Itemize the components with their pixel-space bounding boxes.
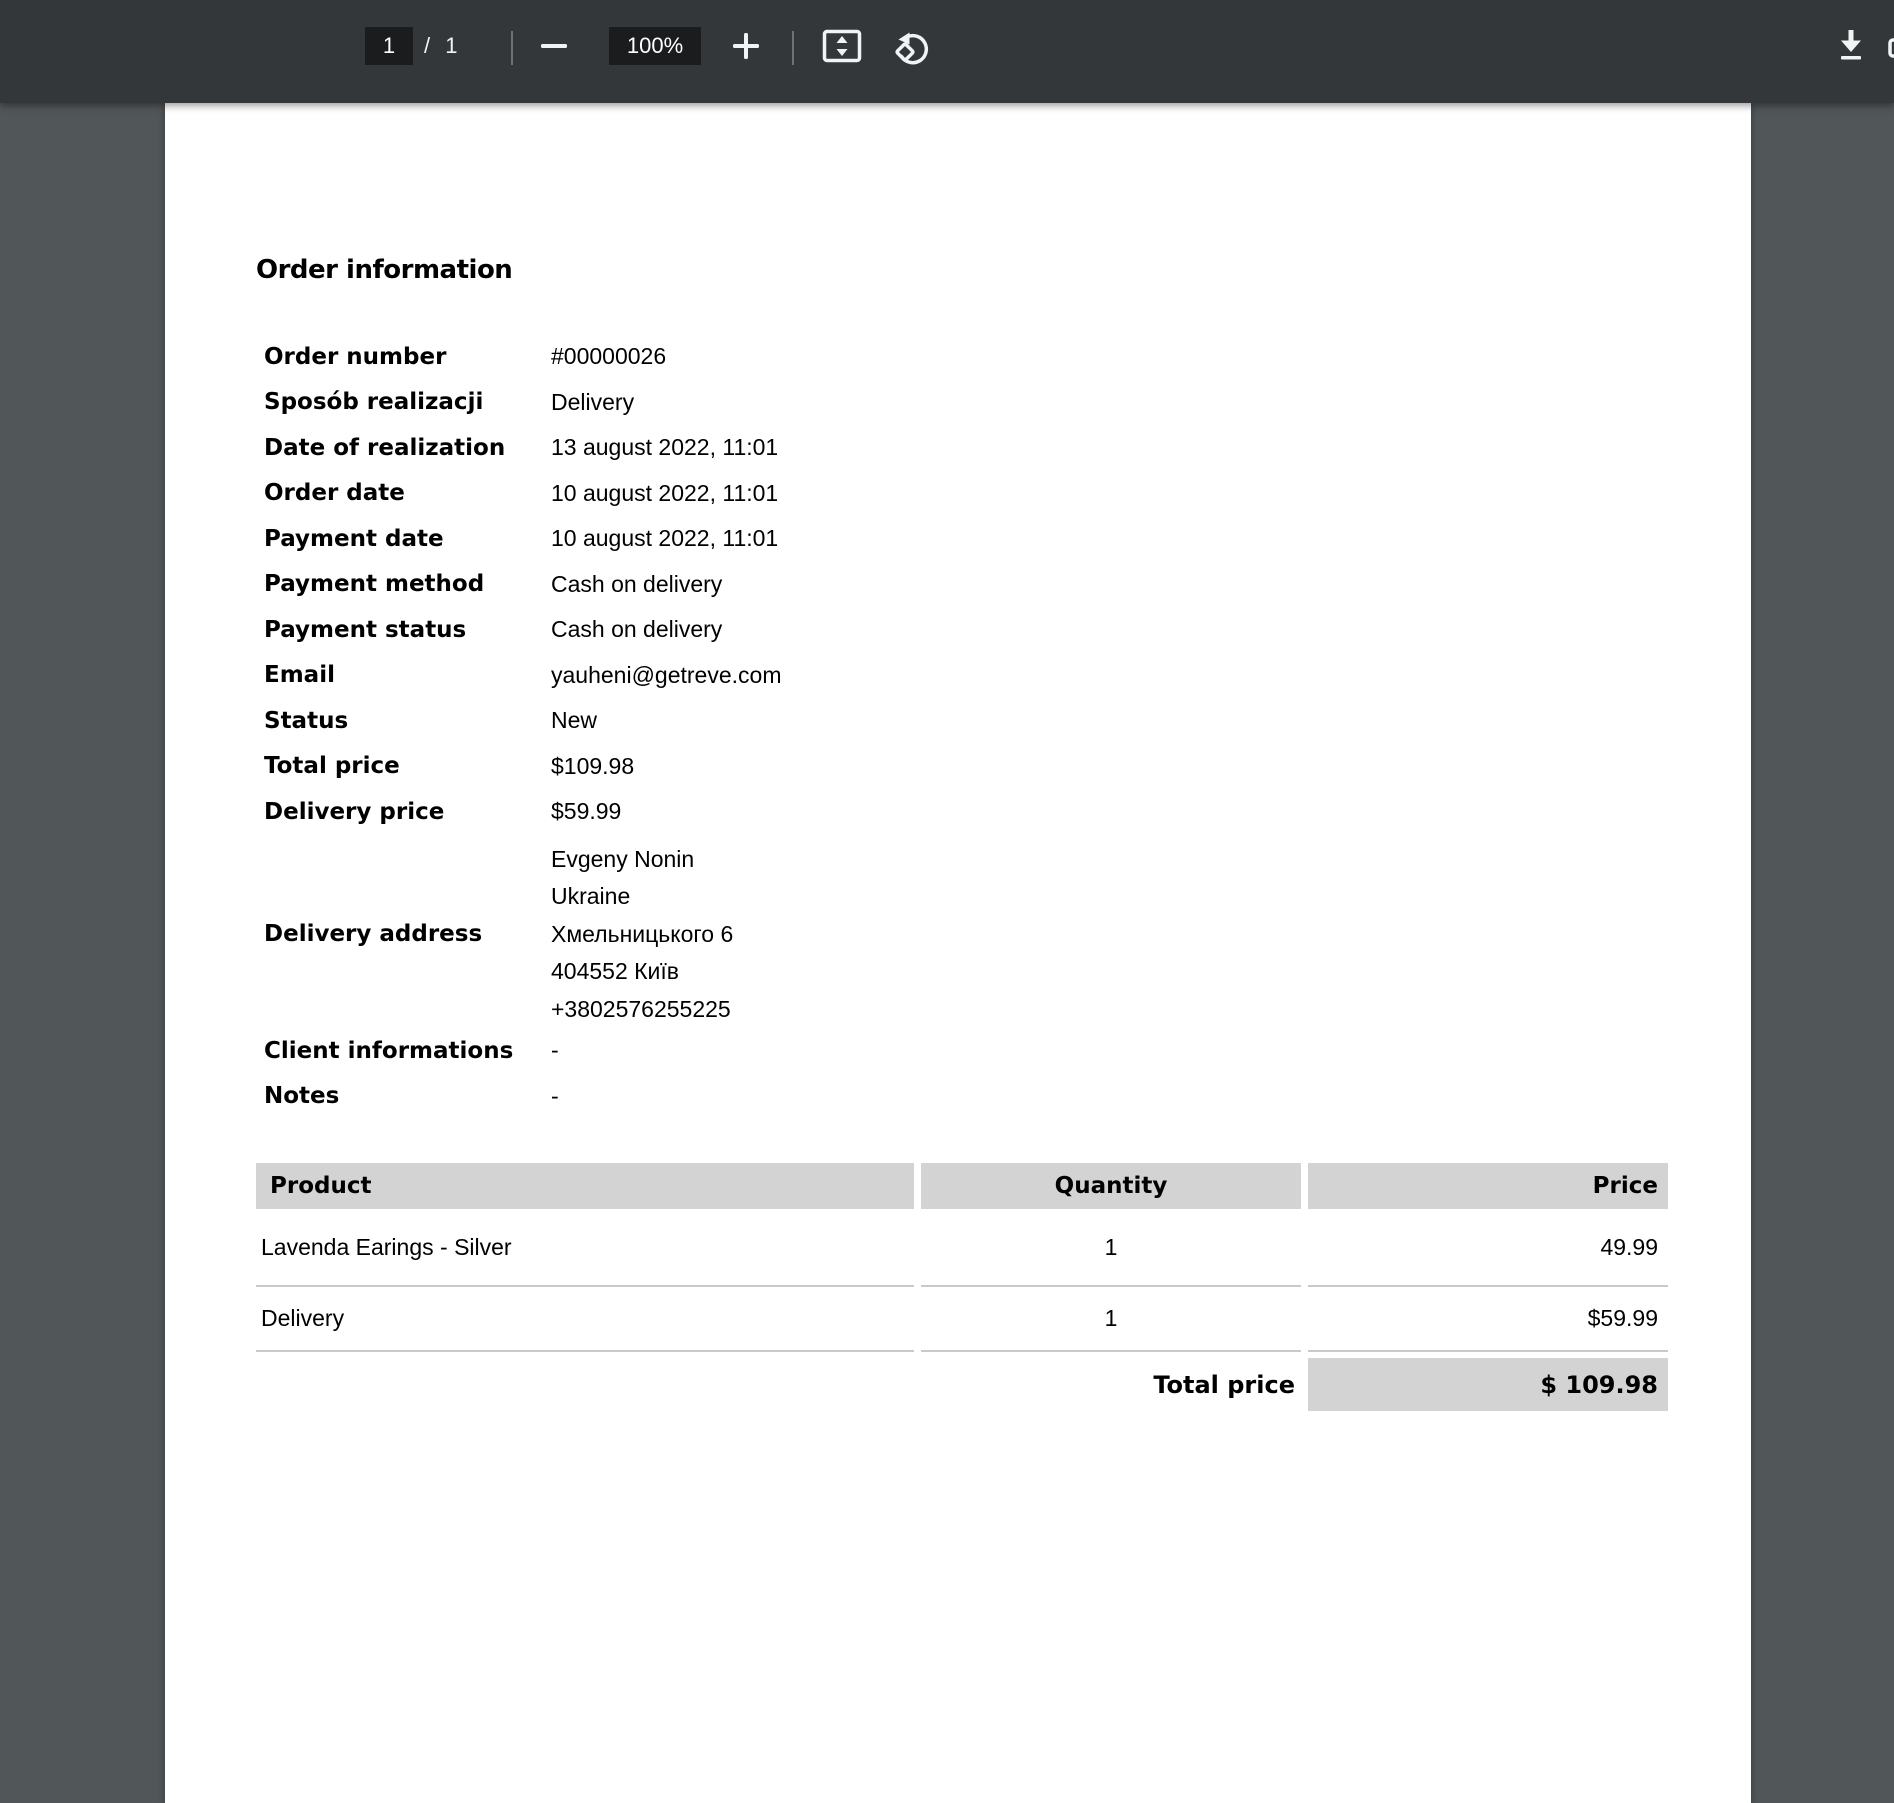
field-label: Payment date <box>264 525 444 552</box>
zoom-in-icon <box>731 31 761 61</box>
field-label: Payment status <box>264 616 467 643</box>
field-value: 10 august 2022, 11:01 <box>551 525 779 552</box>
field-value: #00000026 <box>551 343 667 370</box>
page-number-input[interactable]: 1 <box>365 27 413 65</box>
rotate-counterclockwise-icon <box>892 25 934 67</box>
info-row: Date of realization 13 august 2022, 11:01 <box>264 425 1668 471</box>
page-title: Order information <box>256 255 513 285</box>
field-value: yauheni@getreve.com <box>551 661 782 688</box>
info-row: Email yauheni@getreve.com <box>264 653 1668 699</box>
download-icon <box>1834 27 1868 65</box>
download-button[interactable] <box>1829 24 1873 68</box>
field-label: Sposób realizacji <box>264 389 484 416</box>
cell-price: $59.99 <box>1308 1287 1668 1352</box>
field-label: Total price <box>264 753 400 780</box>
info-row: Total price $109.98 <box>264 744 1668 790</box>
page-count-label: / 1 <box>424 33 458 58</box>
field-value: Cash on delivery <box>551 616 723 643</box>
info-row: Delivery price $59.99 <box>264 789 1668 835</box>
cell-product: Lavenda Earings - Silver <box>256 1209 914 1287</box>
field-label: Date of realization <box>264 434 506 461</box>
info-row: Notes - <box>264 1074 1668 1120</box>
field-value: Delivery <box>551 388 635 415</box>
total-price-value: $ 109.98 <box>1308 1358 1668 1411</box>
field-label: Client informations <box>264 1037 514 1064</box>
toolbar-divider <box>511 31 513 65</box>
field-label: Status <box>264 707 349 734</box>
order-info-list: Order number #00000026 Sposób realizacji De… <box>264 334 1668 1119</box>
cell-product: Delivery <box>256 1287 914 1352</box>
cell-quantity: 1 <box>921 1209 1301 1287</box>
address-line: Ukraine <box>551 883 631 909</box>
cell-quantity: 1 <box>921 1287 1301 1352</box>
field-value: - <box>551 1037 559 1064</box>
order-items-table: Product Quantity Price Lavenda Earings -… <box>256 1163 1668 1411</box>
info-row: Payment status Cash on delivery <box>264 607 1668 653</box>
table-body: Lavenda Earings - Silver 1 49.99 Delivery 1 $… <box>256 1209 1668 1352</box>
zoom-out-icon <box>540 32 568 60</box>
table-row: Delivery 1 $59.99 <box>256 1287 1668 1352</box>
table-row: Lavenda Earings - Silver 1 49.99 <box>256 1209 1668 1287</box>
field-label: Order date <box>264 480 405 507</box>
info-row: Order number #00000026 <box>264 334 1668 380</box>
print-icon <box>1888 28 1894 64</box>
toolbar-divider <box>792 31 794 65</box>
field-label: Order number <box>264 343 447 370</box>
pdf-page: Order information Order number #00000026 S… <box>165 103 1751 1803</box>
column-header-price: Price <box>1308 1163 1668 1209</box>
pdf-viewer-background: Order information Order number #00000026 S… <box>0 103 1894 1803</box>
field-value: Cash on delivery <box>551 570 723 597</box>
field-value: 10 august 2022, 11:01 <box>551 479 779 506</box>
zoom-level-input[interactable]: 100% <box>609 27 701 65</box>
table-header-row: Product Quantity Price <box>256 1163 1668 1209</box>
fit-to-page-icon <box>822 29 862 63</box>
address-line: +3802576255225 <box>551 995 731 1022</box>
field-label: Delivery price <box>264 798 445 825</box>
info-row: Payment date 10 august 2022, 11:01 <box>264 516 1668 562</box>
field-value: - <box>551 1082 559 1109</box>
field-value: 13 august 2022, 11:01 <box>551 434 779 461</box>
rotate-counterclockwise-button[interactable] <box>891 24 935 68</box>
field-value: $109.98 <box>551 752 635 779</box>
field-label: Email <box>264 662 335 689</box>
address-line: Evgeny Nonin <box>551 845 695 872</box>
total-spacer-cell <box>256 1358 914 1411</box>
info-row: Delivery address Evgeny Nonin Ukraine Хмель… <box>264 841 1668 1029</box>
info-row: Status New <box>264 698 1668 744</box>
info-row: Payment method Cash on delivery <box>264 562 1668 608</box>
field-label: Delivery address <box>264 921 483 948</box>
column-header-product: Product <box>256 1163 914 1209</box>
info-row: Client informations - <box>264 1028 1668 1074</box>
address-line: Хмельницького 6 <box>551 920 734 947</box>
zoom-out-button[interactable] <box>532 24 576 68</box>
field-value: New <box>551 707 598 734</box>
field-label: Notes <box>264 1083 340 1110</box>
address-line: 404552 Київ <box>551 958 679 984</box>
print-button[interactable] <box>1884 24 1894 68</box>
total-price-label: Total price <box>1153 1370 1295 1399</box>
field-label: Payment method <box>264 571 485 598</box>
column-header-quantity: Quantity <box>921 1163 1301 1209</box>
zoom-in-button[interactable] <box>724 24 768 68</box>
info-row: Sposób realizacji Delivery <box>264 380 1668 426</box>
cell-price: 49.99 <box>1308 1209 1668 1287</box>
document-content: Order information Order number #00000026 S… <box>256 252 1668 1411</box>
field-value: $59.99 <box>551 798 622 825</box>
pdf-toolbar: 1 / 1 100% <box>0 0 1894 103</box>
fit-to-page-button[interactable] <box>820 24 864 68</box>
table-total-row: Total price $ 109.98 <box>256 1358 1668 1411</box>
info-row: Order date 10 august 2022, 11:01 <box>264 471 1668 517</box>
field-value: Evgeny Nonin Ukraine Хмельницького 6 404552… <box>551 841 733 1029</box>
